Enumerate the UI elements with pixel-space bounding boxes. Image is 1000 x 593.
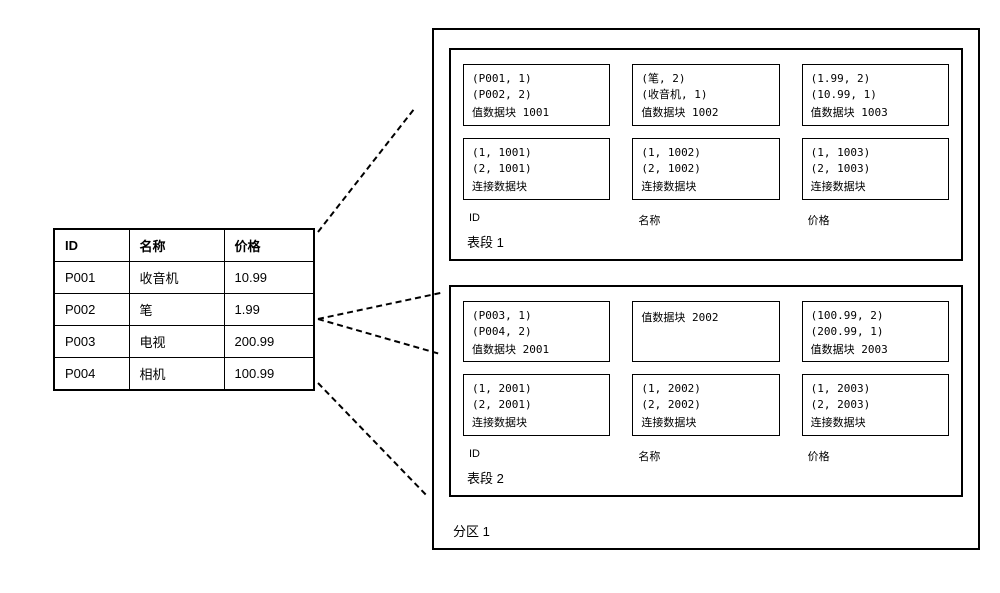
col-label-name: 名称 [632,448,779,464]
cell-id: P004 [54,358,129,391]
block-line: (笔, 2) [641,71,770,87]
block-line: (1, 1002) [641,145,770,161]
table-row: P001 收音机 10.99 [54,262,314,294]
value-block: (100.99, 2) (200.99, 1) 值数据块 2003 [802,301,949,363]
block-label: 值数据块 1002 [641,105,770,121]
segment-1: (P001, 1) (P002, 2) 值数据块 1001 (笔, 2) (收音… [449,48,963,261]
block-label: 连接数据块 [641,415,770,431]
link-block-row: (1, 1001) (2, 1001) 连接数据块 (1, 1002) (2, … [463,138,949,200]
link-block: (1, 2001) (2, 2001) 连接数据块 [463,374,610,436]
block-line: (10.99, 1) [811,87,940,103]
block-line: (1, 2002) [641,381,770,397]
block-line: (1.99, 2) [811,71,940,87]
block-line: (1, 2003) [811,381,940,397]
col-label-price: 价格 [802,448,949,464]
partition: (P001, 1) (P002, 2) 值数据块 1001 (笔, 2) (收音… [432,28,980,550]
segment-label: 表段 1 [467,232,949,251]
value-block: (笔, 2) (收音机, 1) 值数据块 1002 [632,64,779,126]
table-row: P004 相机 100.99 [54,358,314,391]
block-label: 值数据块 1003 [811,105,940,121]
col-label-id: ID [463,212,610,228]
dashed-connector [318,292,441,320]
block-label: 连接数据块 [641,179,770,195]
block-line: (1, 1003) [811,145,940,161]
block-line: (2, 1001) [472,161,601,177]
cell-id: P002 [54,294,129,326]
link-block: (1, 1003) (2, 1003) 连接数据块 [802,138,949,200]
block-line: (P003, 1) [472,308,601,324]
col-label-id: ID [463,448,610,464]
block-label: 连接数据块 [472,179,601,195]
source-table: ID 名称 价格 P001 收音机 10.99 P002 笔 1.99 P003… [53,228,315,391]
link-block: (1, 1002) (2, 1002) 连接数据块 [632,138,779,200]
block-label: 连接数据块 [811,415,940,431]
cell-price: 10.99 [224,262,314,294]
data-table: ID 名称 价格 P001 收音机 10.99 P002 笔 1.99 P003… [53,228,315,391]
value-block-row: (P003, 1) (P004, 2) 值数据块 2001 值数据块 2002 … [463,301,949,363]
header-id: ID [54,229,129,262]
block-line: (P001, 1) [472,71,601,87]
column-labels: ID 名称 价格 [463,448,949,464]
cell-name: 笔 [129,294,224,326]
cell-price: 1.99 [224,294,314,326]
link-block-row: (1, 2001) (2, 2001) 连接数据块 (1, 2002) (2, … [463,374,949,436]
cell-name: 相机 [129,358,224,391]
dashed-connector [318,318,439,354]
block-line: (收音机, 1) [641,87,770,103]
header-name: 名称 [129,229,224,262]
block-label: 连接数据块 [472,415,601,431]
cell-name: 收音机 [129,262,224,294]
link-block: (1, 2003) (2, 2003) 连接数据块 [802,374,949,436]
cell-id: P001 [54,262,129,294]
segment-label: 表段 2 [467,468,949,487]
value-block: 值数据块 2002 [632,301,779,363]
link-block: (1, 1001) (2, 1001) 连接数据块 [463,138,610,200]
partition-label: 分区 1 [453,521,963,540]
value-block: (P001, 1) (P002, 2) 值数据块 1001 [463,64,610,126]
block-label: 值数据块 1001 [472,105,601,121]
col-label-name: 名称 [632,212,779,228]
block-line: (2, 2002) [641,397,770,413]
column-labels: ID 名称 价格 [463,212,949,228]
cell-name: 电视 [129,326,224,358]
segment-2: (P003, 1) (P004, 2) 值数据块 2001 值数据块 2002 … [449,285,963,498]
block-line: (P002, 2) [472,87,601,103]
cell-price: 200.99 [224,326,314,358]
block-line: (1, 1001) [472,145,601,161]
block-label: 值数据块 2003 [811,342,940,358]
cell-price: 100.99 [224,358,314,391]
table-row: P003 电视 200.99 [54,326,314,358]
table-row: P002 笔 1.99 [54,294,314,326]
header-price: 价格 [224,229,314,262]
block-label: 连接数据块 [811,179,940,195]
block-line: (2, 1003) [811,161,940,177]
block-line: (2, 1002) [641,161,770,177]
value-block-row: (P001, 1) (P002, 2) 值数据块 1001 (笔, 2) (收音… [463,64,949,126]
block-label: 值数据块 2002 [641,310,770,326]
cell-id: P003 [54,326,129,358]
block-line: (P004, 2) [472,324,601,340]
col-label-price: 价格 [802,212,949,228]
dashed-connector [317,109,414,232]
value-block: (P003, 1) (P004, 2) 值数据块 2001 [463,301,610,363]
block-line: (200.99, 1) [811,324,940,340]
value-block: (1.99, 2) (10.99, 1) 值数据块 1003 [802,64,949,126]
block-line: (1, 2001) [472,381,601,397]
block-line: (100.99, 2) [811,308,940,324]
link-block: (1, 2002) (2, 2002) 连接数据块 [632,374,779,436]
block-line: (2, 2003) [811,397,940,413]
block-line: (2, 2001) [472,397,601,413]
block-label: 值数据块 2001 [472,342,601,358]
dashed-connector [317,382,426,495]
